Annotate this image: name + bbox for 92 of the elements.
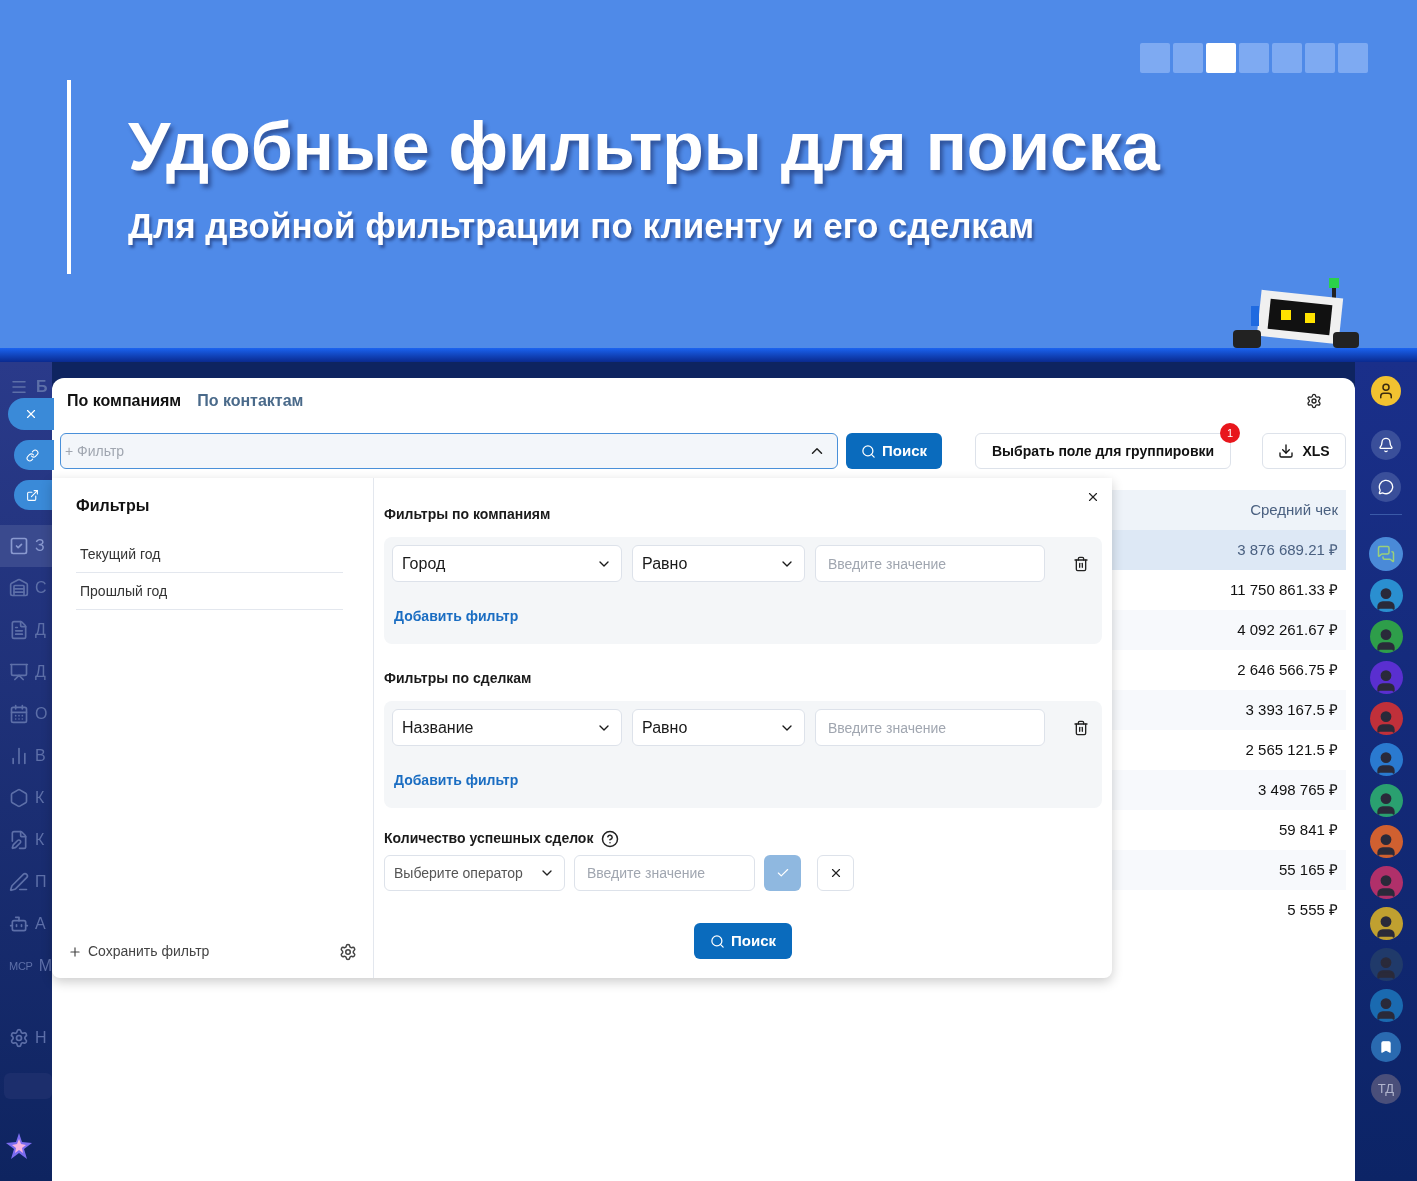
value-field[interactable]: Введите значение — [574, 855, 755, 891]
search-icon — [861, 443, 876, 459]
contact-avatar[interactable] — [1369, 866, 1403, 899]
field-select[interactable]: Город — [392, 545, 622, 582]
section-title: Фильтры по компаниям — [384, 505, 552, 524]
edit-document-icon — [9, 830, 29, 850]
close-icon[interactable] — [1086, 490, 1100, 504]
nav-item[interactable]: В — [0, 735, 52, 777]
help-icon[interactable] — [601, 829, 620, 848]
search-button[interactable]: Поиск — [694, 923, 792, 959]
close-icon — [24, 407, 38, 421]
contact-avatar[interactable] — [1369, 989, 1403, 1022]
value-field[interactable]: Введите значение — [815, 545, 1045, 582]
search-button[interactable]: Поиск — [846, 433, 942, 469]
notifications-button[interactable] — [1371, 430, 1401, 460]
table-cell: 3 876 689.21 ₽ — [1112, 530, 1346, 570]
settings-icon[interactable] — [1306, 393, 1322, 409]
table-cell: 3 498 765 ₽ — [1112, 770, 1346, 810]
user-avatar[interactable] — [1371, 376, 1401, 406]
contact-avatar[interactable] — [1369, 620, 1403, 653]
check-icon — [775, 866, 790, 880]
field-select[interactable]: Название — [392, 709, 622, 746]
add-filter-link[interactable]: Добавить фильтр — [394, 606, 519, 627]
save-filter-button[interactable]: Сохранить фильтр — [68, 941, 210, 962]
tab[interactable]: По контактам — [197, 389, 304, 413]
operator-select[interactable]: Равно — [632, 709, 805, 746]
mcp-label: MCP — [9, 958, 33, 974]
chat-button[interactable] — [1371, 472, 1401, 502]
document-icon — [9, 620, 29, 640]
link-icon — [26, 448, 39, 462]
presentation-icon — [9, 662, 29, 682]
filter-field[interactable]: + Фильтр — [60, 433, 838, 469]
filters-heading: Фильтры — [76, 496, 151, 516]
banner-subtitle: Для двойной фильтрации по клиенту и его сделкам — [128, 206, 1036, 246]
checkbox-icon — [9, 536, 29, 556]
calendar-icon — [9, 704, 29, 724]
delete-icon[interactable] — [1073, 719, 1089, 736]
external-link-icon — [26, 488, 39, 502]
saved-filter[interactable]: Текущий год — [76, 536, 343, 573]
settings-icon — [9, 1028, 29, 1048]
bookmark-icon — [1379, 1040, 1393, 1054]
bell-icon — [1378, 437, 1394, 453]
star-logo-icon[interactable] — [5, 1132, 33, 1160]
contact-avatar[interactable] — [1369, 784, 1403, 817]
hexagon-icon — [9, 788, 29, 808]
contact-avatar[interactable] — [1369, 702, 1403, 735]
operator-select[interactable]: Равно — [632, 545, 805, 582]
operator-select[interactable]: Выберите оператор — [384, 855, 565, 891]
open-external-button[interactable] — [14, 480, 54, 510]
export-button[interactable]: XLS — [1262, 433, 1346, 469]
value-field[interactable]: Введите значение — [815, 709, 1045, 746]
table-cell: 4 092 261.67 ₽ — [1112, 610, 1346, 650]
pen-icon — [9, 872, 29, 892]
bar-chart-icon — [9, 746, 29, 766]
link-button[interactable] — [14, 440, 54, 470]
nav-item[interactable]: З — [0, 525, 52, 567]
nav-item[interactable]: К — [0, 777, 52, 819]
column-header: Средний чек — [1112, 490, 1346, 530]
contact-avatar[interactable] — [1369, 579, 1403, 612]
chat-icon — [1378, 479, 1394, 495]
nav-item[interactable]: MCP М — [0, 945, 52, 987]
messages-button[interactable] — [1369, 537, 1403, 571]
saved-filter[interactable]: Прошлый год — [76, 573, 343, 610]
table-cell: 55 165 ₽ — [1112, 850, 1346, 890]
download-icon — [1278, 443, 1295, 459]
contact-avatar[interactable] — [1369, 743, 1403, 776]
notification-badge: 1 — [1220, 423, 1241, 443]
robot-icon — [9, 914, 29, 934]
close-button[interactable] — [8, 398, 54, 430]
nav-item[interactable]: П — [0, 861, 52, 903]
nav-item[interactable]: Н — [0, 1017, 52, 1059]
add-filter-link[interactable]: Добавить фильтр — [394, 770, 519, 791]
nav-item[interactable]: А — [0, 903, 52, 945]
table-cell: 3 393 167.5 ₽ — [1112, 690, 1346, 730]
clear-button[interactable] — [817, 855, 854, 891]
warehouse-icon — [9, 578, 29, 598]
contact-avatar[interactable] — [1369, 907, 1403, 940]
messages-icon — [1377, 545, 1395, 563]
person-icon — [1377, 382, 1395, 400]
search-icon — [710, 933, 725, 949]
banner-title: Удобные фильтры для поиска — [128, 108, 1160, 184]
nav-item[interactable]: О — [0, 693, 52, 735]
initials-avatar[interactable]: ТД — [1371, 1074, 1401, 1104]
count-label: Количество успешных сделок — [384, 829, 594, 848]
contact-avatar[interactable] — [1369, 825, 1403, 858]
settings-icon[interactable] — [339, 942, 357, 961]
section-title: Фильтры по сделкам — [384, 669, 533, 688]
nav-item[interactable]: К — [0, 819, 52, 861]
plus-icon — [68, 944, 82, 959]
delete-icon[interactable] — [1073, 555, 1089, 572]
bookmark-button[interactable] — [1371, 1032, 1401, 1062]
tab[interactable]: По компаниям — [67, 389, 182, 413]
